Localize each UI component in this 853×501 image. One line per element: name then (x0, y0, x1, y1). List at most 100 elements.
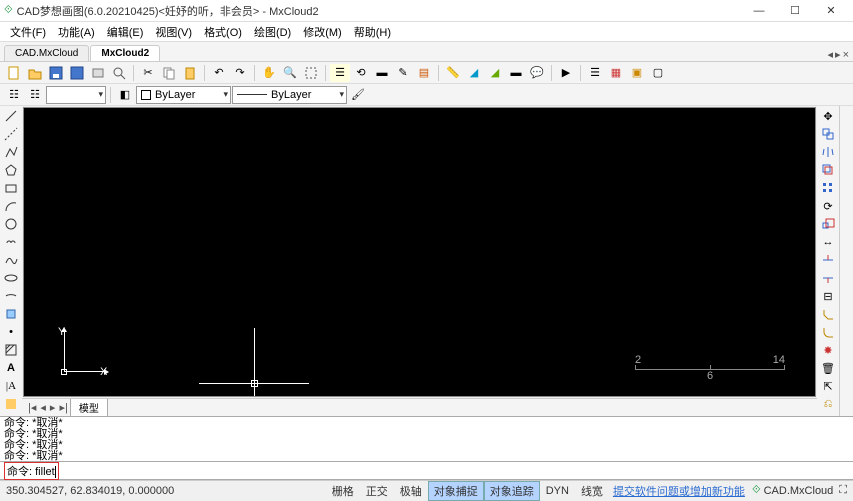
cmd-input[interactable]: fillet (35, 466, 55, 478)
menu-file[interactable]: 文件(F) (4, 22, 52, 42)
explode-icon[interactable]: ✸ (819, 342, 837, 358)
fullscreen-icon[interactable]: ⛶ (839, 484, 847, 497)
print-icon[interactable] (88, 64, 108, 82)
ellipse-arc-icon[interactable] (2, 288, 20, 304)
tab-nav-left-icon[interactable]: ◂ (828, 48, 834, 61)
polyline-icon[interactable] (2, 144, 20, 160)
measure-icon[interactable]: 📏 (443, 64, 463, 82)
polar-toggle[interactable]: 极轴 (394, 481, 428, 501)
mirror-icon[interactable] (819, 144, 837, 160)
stretch-icon[interactable]: ↔ (819, 234, 837, 250)
table-icon[interactable]: ▦ (606, 64, 626, 82)
offset-icon[interactable] (819, 162, 837, 178)
ortho-toggle[interactable]: 正交 (360, 481, 394, 501)
line-icon[interactable] (2, 108, 20, 124)
paste-icon[interactable] (180, 64, 200, 82)
tab-first-icon[interactable]: |◂ (26, 401, 38, 414)
polygon-icon[interactable] (2, 162, 20, 178)
find-icon[interactable] (109, 64, 129, 82)
layer-mgr-icon[interactable]: ☷ (4, 86, 24, 104)
open-icon[interactable] (25, 64, 45, 82)
erase-icon[interactable]: ✎ (393, 64, 413, 82)
lwt-toggle[interactable]: 线宽 (575, 481, 609, 501)
otrack-toggle[interactable]: 对象追踪 (484, 481, 540, 501)
redo-icon[interactable]: ↷ (230, 64, 250, 82)
join-icon[interactable]: ⎌ (819, 396, 837, 412)
rotate-icon[interactable]: ⟳ (819, 198, 837, 214)
undo-icon[interactable]: ↶ (209, 64, 229, 82)
saveas-icon[interactable] (67, 64, 87, 82)
minimize-button[interactable]: — (741, 0, 777, 22)
move-icon[interactable]: ✥ (819, 108, 837, 124)
zoom-realtime-icon[interactable]: 🔍 (280, 64, 300, 82)
zoom-window-icon[interactable] (301, 64, 321, 82)
doc-tab-1[interactable]: CAD.MxCloud (4, 45, 89, 61)
menu-edit[interactable]: 编辑(E) (101, 22, 150, 42)
copy-icon[interactable] (159, 64, 179, 82)
ellipse-icon[interactable] (2, 270, 20, 286)
coordinates[interactable]: 350.304527, 62.834019, 0.000000 (6, 485, 174, 497)
color-dropdown[interactable]: ByLayer (136, 86, 231, 104)
insert-block-icon[interactable] (2, 306, 20, 322)
hatch-icon[interactable] (2, 342, 20, 358)
model-tab[interactable]: 模型 (70, 399, 108, 417)
layer-off-icon[interactable]: ☷ (25, 86, 45, 104)
comment-icon[interactable]: 💬 (527, 64, 547, 82)
break-icon[interactable]: ⊟ (819, 288, 837, 304)
menu-help[interactable]: 帮助(H) (348, 22, 397, 42)
fillet-icon[interactable] (819, 324, 837, 340)
maximize-button[interactable]: ☐ (777, 0, 813, 22)
construction-line-icon[interactable] (2, 126, 20, 142)
osnap-toggle[interactable]: 对象捕捉 (428, 481, 484, 501)
trim-icon[interactable] (819, 252, 837, 268)
line-style-icon[interactable]: ▬ (372, 64, 392, 82)
mtext-icon[interactable]: A (2, 360, 20, 376)
extend-icon[interactable] (819, 270, 837, 286)
feedback-link[interactable]: 提交软件问题或增加新功能 (609, 483, 749, 499)
tab-nav-right-icon[interactable]: ▸ (835, 48, 841, 61)
layer-state-icon[interactable]: ◧ (115, 86, 135, 104)
circle-icon[interactable] (2, 216, 20, 232)
copy-obj-icon[interactable] (819, 126, 837, 142)
chamfer-icon[interactable] (819, 306, 837, 322)
tab-next-icon[interactable]: ▸ (48, 401, 58, 414)
tab-last-icon[interactable]: ▸| (57, 401, 69, 414)
image-icon[interactable]: ▣ (627, 64, 647, 82)
grid-toggle[interactable]: 栅格 (326, 481, 360, 501)
new-icon[interactable] (4, 64, 24, 82)
menu-draw[interactable]: 绘图(D) (248, 22, 297, 42)
layer-dropdown[interactable] (46, 86, 106, 104)
array-icon[interactable] (819, 180, 837, 196)
doc-tab-2[interactable]: MxCloud2 (90, 45, 160, 61)
arc-icon[interactable] (2, 198, 20, 214)
layer-icon[interactable]: ☰ (330, 64, 350, 82)
linetype-dropdown[interactable]: ByLayer (232, 86, 347, 104)
dim-icon[interactable]: ▬ (506, 64, 526, 82)
block-icon[interactable]: ▢ (648, 64, 668, 82)
menu-format[interactable]: 格式(O) (198, 22, 248, 42)
brush-icon[interactable]: 🖌 (348, 86, 368, 104)
script-icon[interactable]: ▶ (556, 64, 576, 82)
save-icon[interactable] (46, 64, 66, 82)
region-icon[interactable] (2, 396, 20, 412)
point-icon[interactable]: • (2, 324, 20, 340)
close-button[interactable]: ✕ (813, 0, 849, 22)
align-icon[interactable]: ⇱ (819, 378, 837, 394)
tab-prev-icon[interactable]: ◂ (38, 401, 48, 414)
menu-modify[interactable]: 修改(M) (297, 22, 348, 42)
scrollbar-vertical[interactable] (839, 106, 853, 416)
revcloud-icon[interactable] (2, 234, 20, 250)
rectangle-icon[interactable] (2, 180, 20, 196)
layer-manage-icon[interactable]: ☰ (585, 64, 605, 82)
command-line[interactable]: 命令: fillet (0, 462, 853, 480)
dyn-toggle[interactable]: DYN (540, 483, 575, 499)
erase-obj-icon[interactable]: 🗑 (819, 360, 837, 376)
pan-icon[interactable]: ✋ (259, 64, 279, 82)
text-icon[interactable]: |A (2, 378, 20, 394)
tab-close-icon[interactable]: × (843, 49, 849, 61)
drawing-canvas[interactable]: Y X 214 6 (23, 107, 816, 397)
cut-icon[interactable]: ✂ (138, 64, 158, 82)
spline-icon[interactable] (2, 252, 20, 268)
color-1-icon[interactable]: ◢ (464, 64, 484, 82)
menu-view[interactable]: 视图(V) (149, 22, 198, 42)
